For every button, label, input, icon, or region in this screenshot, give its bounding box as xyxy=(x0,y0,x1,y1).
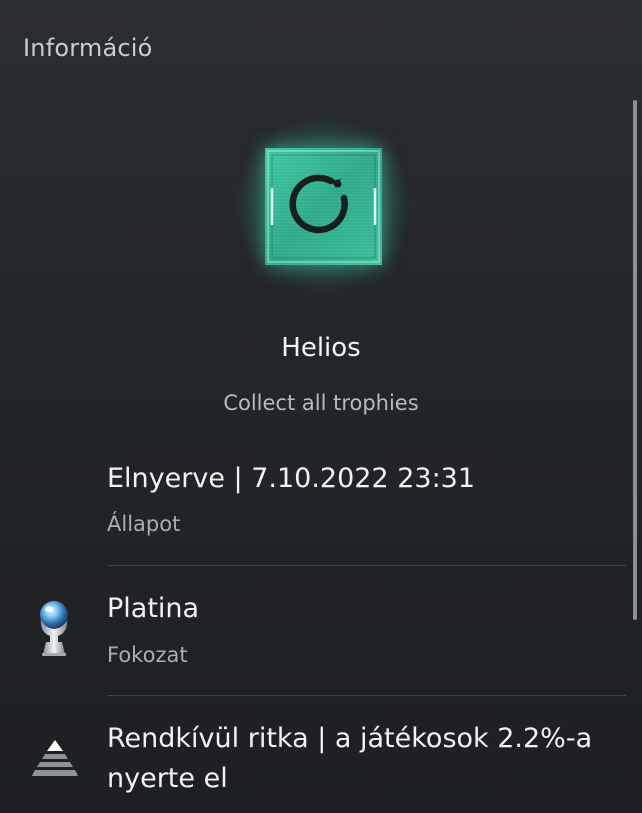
ouroboros-trophy-icon xyxy=(267,150,380,263)
grade-label: Fokozat xyxy=(107,643,188,667)
rarity-value-line2: nyerte el xyxy=(107,763,228,794)
status-value: Elnyerve | 7.10.2022 23:31 xyxy=(107,463,476,494)
rarity-pyramid-icon xyxy=(32,738,78,784)
divider xyxy=(107,565,626,566)
divider xyxy=(107,695,626,696)
trophy-info-panel: Információ Helios Collect all trophies E… xyxy=(0,0,642,813)
grade-value: Platina xyxy=(107,593,200,624)
trophy-name: Helios xyxy=(281,333,361,363)
rarity-value: Rendkívül ritka | a játékosok 2.2%-a nye… xyxy=(107,719,592,799)
platinum-trophy-icon xyxy=(34,598,74,662)
trophy-description: Collect all trophies xyxy=(223,391,419,415)
rarity-value-line1: Rendkívül ritka | a játékosok 2.2%-a xyxy=(107,723,593,754)
panel-title: Információ xyxy=(23,34,153,62)
trophy-image xyxy=(265,148,382,265)
status-label: Állapot xyxy=(107,512,181,536)
